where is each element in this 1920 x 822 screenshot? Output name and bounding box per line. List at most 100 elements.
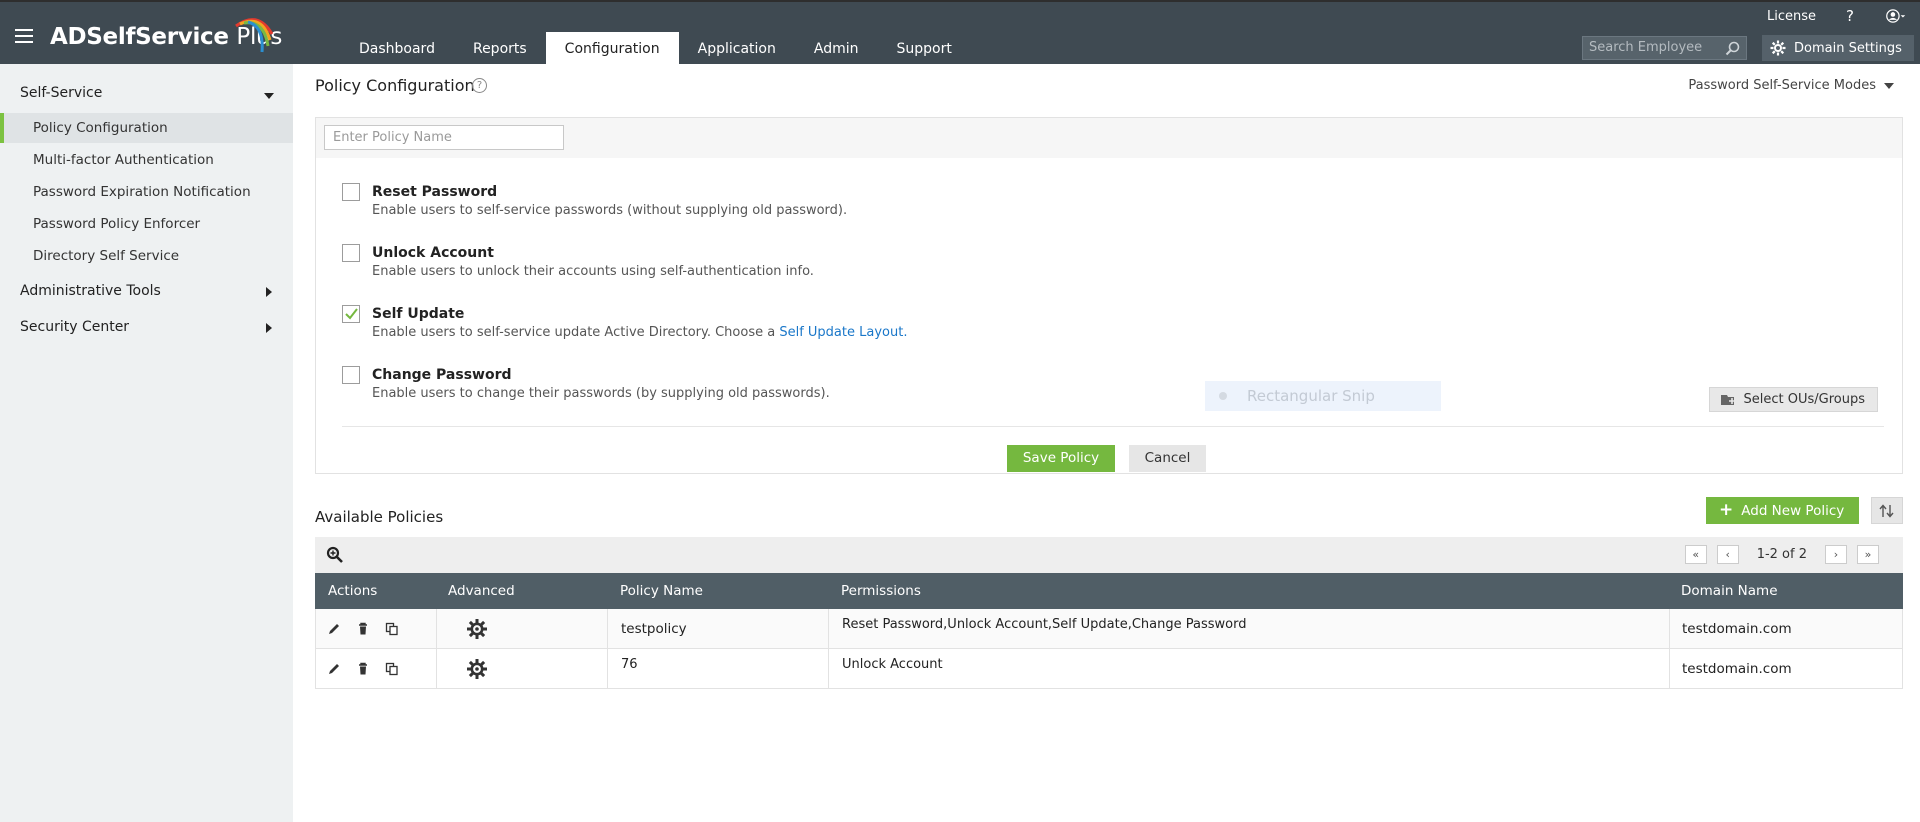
next-page-icon[interactable]: › [1825,545,1847,564]
table-row: 76 Unlock Account testdomain.com [315,649,1903,689]
available-policies-title: Available Policies [315,508,444,526]
main-content: Policy Configuration ? Password Self-Ser… [293,64,1920,822]
domain-settings-label: Domain Settings [1794,40,1902,56]
advanced-gear-icon[interactable] [466,658,488,680]
self-service-modes-dropdown[interactable]: Password Self-Service Modes [1688,78,1894,93]
edit-pencil-icon[interactable] [327,662,341,676]
employee-search-input[interactable] [1589,40,1719,55]
first-page-icon[interactable]: « [1684,545,1707,564]
sidebar-item-directory-self-service[interactable]: Directory Self Service [0,241,293,271]
help-link[interactable]: ? [1846,7,1854,25]
permissions-cell: Reset Password,Unlock Account,Self Updat… [842,617,1247,632]
domain-name-cell: testdomain.com [1682,660,1792,677]
user-avatar-icon[interactable] [1886,6,1906,26]
row-actions [327,649,414,688]
nav-tab-admin[interactable]: Admin [795,32,878,66]
policy-name-input[interactable] [324,125,564,150]
sidebar-item-password-policy-enforcer[interactable]: Password Policy Enforcer [0,209,293,239]
advanced-gear-icon[interactable] [466,618,488,640]
save-policy-button[interactable]: Save Policy [1007,445,1115,472]
self-update-layout-link[interactable]: Self Update Layout. [779,325,907,340]
search-icon[interactable] [1725,41,1740,56]
logo-text: ADSelfService [50,24,229,50]
policy-name-cell: testpolicy [621,620,687,637]
option-desc: Enable users to change their passwords (… [372,386,830,401]
copy-icon[interactable] [385,622,399,636]
reset-password-checkbox[interactable] [342,183,360,201]
last-page-icon[interactable]: » [1857,545,1879,564]
license-link[interactable]: License [1767,9,1816,24]
advanced-settings-cell [466,609,488,648]
sidebar: Self-Service Policy Configuration Multi-… [0,64,293,822]
unlock-account-checkbox[interactable] [342,244,360,262]
sidebar-item-policy-configuration[interactable]: Policy Configuration [0,113,293,143]
caret-right-icon[interactable] [266,287,272,297]
select-ous-label: Select OUs/Groups [1743,392,1866,407]
employee-search[interactable] [1582,36,1747,60]
page-title: Policy Configuration [315,76,475,95]
col-header-permissions[interactable]: Permissions [841,573,921,609]
panel-divider [342,426,1884,427]
table-search-icon[interactable] [326,546,344,564]
option-desc-text: Enable users to self-service update Acti… [372,325,776,340]
edit-pencil-icon[interactable] [327,622,341,636]
page-range-text: 1-2 of 2 [1756,547,1807,562]
sidebar-group-admin-tools[interactable]: Administrative Tools [20,283,161,299]
option-desc: Enable users to self-service passwords (… [372,203,848,218]
app-header: ADSelfService Plus Dashboard Reports Con… [0,0,1920,66]
sort-arrows-icon [1879,503,1894,518]
delete-trash-icon[interactable] [356,662,370,676]
sidebar-group-self-service[interactable]: Self-Service [20,85,102,101]
option-title: Change Password [372,367,512,383]
pagination: « ‹ 1-2 of 2 › » [1675,545,1879,564]
option-title: Unlock Account [372,245,494,261]
select-ous-groups-button[interactable]: Select OUs/Groups [1708,387,1878,412]
checkmark-icon [345,308,358,320]
option-title: Self Update [372,306,465,322]
option-desc: Enable users to unlock their accounts us… [372,264,814,279]
col-header-policy-name[interactable]: Policy Name [620,573,703,609]
option-title: Reset Password [372,184,498,200]
domain-name-cell: testdomain.com [1682,620,1792,637]
col-header-advanced[interactable]: Advanced [448,573,515,609]
sidebar-group-security-center[interactable]: Security Center [20,319,129,335]
domain-settings-button[interactable]: Domain Settings [1762,35,1914,61]
nav-tab-dashboard[interactable]: Dashboard [340,32,454,66]
ou-group-icon [1720,394,1735,405]
nav-tab-reports[interactable]: Reports [454,32,546,66]
snip-label: Rectangular Snip [1247,387,1375,405]
delete-trash-icon[interactable] [356,622,370,636]
policy-panel-header [316,118,1902,158]
prev-page-icon[interactable]: ‹ [1716,545,1739,564]
policies-table: Actions Advanced Policy Name Permissions… [315,573,1903,689]
copy-icon[interactable] [385,662,399,676]
caret-down-icon [1884,82,1894,89]
row-actions [327,609,414,648]
option-desc: Enable users to self-service update Acti… [372,325,907,340]
help-circle-icon[interactable]: ? [472,78,487,93]
rectangular-snip-overlay: Rectangular Snip [1205,381,1441,411]
nav-tab-configuration[interactable]: Configuration [545,32,679,66]
nav-tab-support[interactable]: Support [877,32,970,66]
permissions-cell: Unlock Account [842,657,943,672]
nav-tab-application[interactable]: Application [679,32,795,66]
sidebar-item-password-expiration[interactable]: Password Expiration Notification [0,177,293,207]
sidebar-item-mfa[interactable]: Multi-factor Authentication [0,145,293,175]
caret-down-icon[interactable] [264,93,274,99]
col-header-domain-name[interactable]: Domain Name [1681,573,1778,609]
change-password-checkbox[interactable] [342,366,360,384]
add-new-policy-label: Add New Policy [1741,502,1845,519]
main-nav: Dashboard Reports Configuration Applicat… [340,32,971,66]
hamburger-menu-icon[interactable] [15,29,33,43]
caret-right-icon[interactable] [266,323,272,333]
cancel-button[interactable]: Cancel [1129,445,1206,472]
advanced-settings-cell [466,649,488,688]
col-header-actions[interactable]: Actions [328,573,377,609]
add-new-policy-button[interactable]: + Add New Policy [1706,497,1859,524]
gear-icon [1770,40,1786,56]
snip-dot-icon [1219,392,1227,400]
plus-icon: + [1719,500,1734,520]
sort-toggle-button[interactable] [1871,497,1903,524]
self-update-checkbox[interactable] [342,305,360,323]
policy-name-cell: 76 [621,657,638,672]
